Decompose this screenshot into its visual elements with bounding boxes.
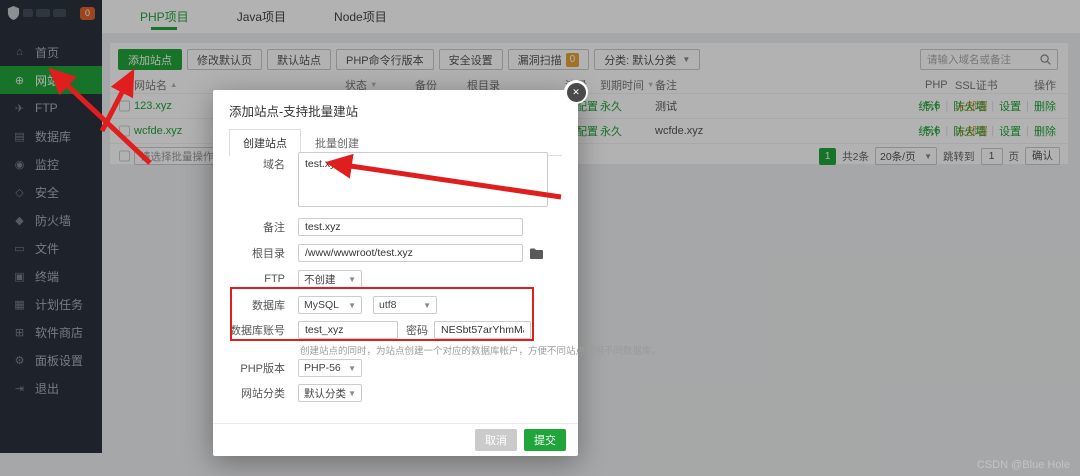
cancel-button[interactable]: 取消 bbox=[475, 429, 517, 451]
folder-picker-icon[interactable] bbox=[530, 248, 543, 259]
php-version-label: PHP版本 bbox=[227, 360, 285, 376]
modal-footer: 取消 提交 bbox=[213, 423, 578, 456]
ftp-label: FTP bbox=[227, 273, 285, 285]
close-icon: ✕ bbox=[572, 87, 580, 98]
submit-button[interactable]: 提交 bbox=[524, 429, 566, 451]
domain-textarea[interactable]: test.xyz bbox=[298, 152, 548, 207]
form-row-database: 数据库 MySQL ▼ utf8 ▼ bbox=[227, 296, 437, 314]
form-row-domain: 域名 test.xyz bbox=[227, 152, 548, 207]
php-version-select[interactable]: PHP-56 ▼ bbox=[298, 359, 362, 377]
charset-select[interactable]: utf8 ▼ bbox=[373, 296, 437, 314]
root-dir-label: 根目录 bbox=[227, 245, 285, 261]
modal-title: 添加站点-支持批量建站 bbox=[213, 90, 578, 126]
form-row-root-dir: 根目录 bbox=[227, 244, 543, 262]
watermark: CSDN @Blue Hole bbox=[977, 459, 1070, 471]
form-row-ftp: FTP 不创建 ▼ bbox=[227, 270, 362, 288]
db-password-input[interactable] bbox=[434, 321, 531, 339]
chevron-down-icon: ▼ bbox=[348, 389, 356, 398]
domain-label: 域名 bbox=[227, 156, 285, 172]
db-account-label: 数据库账号 bbox=[227, 322, 285, 338]
note-label: 备注 bbox=[227, 219, 285, 235]
form-row-note: 备注 bbox=[227, 218, 523, 236]
database-label: 数据库 bbox=[227, 297, 285, 313]
chevron-down-icon: ▼ bbox=[348, 364, 356, 373]
db-account-input[interactable] bbox=[298, 321, 398, 339]
chevron-down-icon: ▼ bbox=[348, 301, 356, 310]
database-type-select[interactable]: MySQL ▼ bbox=[298, 296, 362, 314]
form-row-site-category: 网站分类 默认分类 ▼ bbox=[227, 384, 362, 402]
ftp-select[interactable]: 不创建 ▼ bbox=[298, 270, 362, 288]
add-site-modal: ✕ 添加站点-支持批量建站 创建站点 批量创建 域名 test.xyz 备注 根… bbox=[213, 90, 578, 456]
site-category-label: 网站分类 bbox=[227, 385, 285, 401]
db-password-label: 密码 bbox=[406, 322, 428, 338]
root-dir-input[interactable] bbox=[298, 244, 523, 262]
note-input[interactable] bbox=[298, 218, 523, 236]
site-category-select[interactable]: 默认分类 ▼ bbox=[298, 384, 362, 402]
chevron-down-icon: ▼ bbox=[423, 301, 431, 310]
db-help-text: 创建站点的同时，为站点创建一个对应的数据库帐户，方便不同站点使用不同数据库。 bbox=[300, 343, 661, 357]
modal-close-button[interactable]: ✕ bbox=[564, 80, 588, 104]
form-row-php-version: PHP版本 PHP-56 ▼ bbox=[227, 359, 362, 377]
chevron-down-icon: ▼ bbox=[348, 275, 356, 284]
form-row-db-account: 数据库账号 密码 bbox=[227, 321, 531, 339]
